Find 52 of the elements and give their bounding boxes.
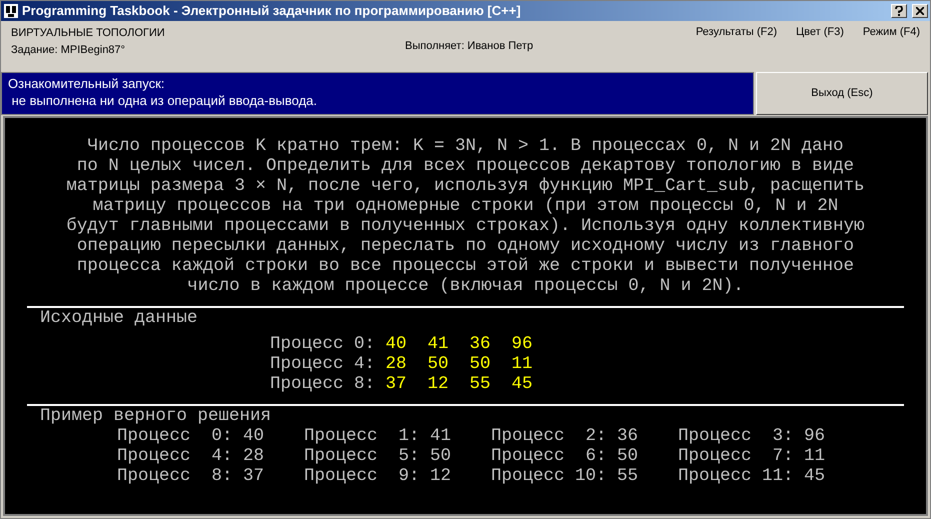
process-label: Процесс 8: bbox=[270, 374, 376, 394]
window-title: Programming Taskbook - Электронный задачник по программированию [C++] bbox=[22, 2, 522, 20]
task-text: Число процессов K кратно трем: K = 3N, N > 1. В процессах 0, N и 2N дано bbox=[87, 136, 844, 156]
result-value: Процесс 7: 11 bbox=[678, 446, 826, 466]
input-value: 40 bbox=[386, 334, 408, 354]
input-value: 96 bbox=[512, 334, 534, 354]
input-value: 37 bbox=[386, 374, 408, 394]
input-value: 12 bbox=[428, 374, 450, 394]
task-text: матрицы размера 3 × N, после чего, используя функцию MPI_Cart_sub, расщепить bbox=[66, 176, 865, 196]
close-button[interactable] bbox=[912, 4, 928, 18]
performer-label: Выполняет: Иванов Петр bbox=[405, 39, 534, 54]
input-value: 55 bbox=[470, 374, 492, 394]
task-text: процесса каждой строки во все процессы этой же строки и вывести полученное bbox=[76, 256, 854, 276]
input-value: 50 bbox=[470, 354, 492, 374]
input-value: 36 bbox=[470, 334, 492, 354]
task-text: по N целых чисел. Определить для всех процессов декартову топологию в виде bbox=[76, 156, 854, 176]
task-text: будут главными процессами в полученных строках). Используя одну коллективную bbox=[66, 216, 865, 236]
result-value: Процесс 2: 36 bbox=[491, 426, 640, 446]
task-text: операцию пересылки данных, переслать по одному исходному числу из главного bbox=[76, 236, 854, 256]
result-value: Процесс 4: 28 bbox=[117, 446, 266, 466]
menu-item[interactable]: Цвет (F3) bbox=[796, 25, 844, 39]
app-icon bbox=[3, 3, 19, 19]
task-label: Задание: MPIBegin87° bbox=[11, 42, 126, 58]
result-value: Процесс 11: 45 bbox=[678, 466, 826, 486]
exit-button[interactable]: Выход (Esc) bbox=[756, 72, 928, 115]
result-value: Процесс 0: 40 bbox=[117, 426, 266, 446]
input-value: 45 bbox=[512, 374, 534, 394]
menu-item[interactable]: Режим (F4) bbox=[862, 25, 920, 39]
group-title: ВИРТУАЛЬНЫЕ ТОПОЛОГИИ bbox=[11, 26, 166, 41]
result-value: Процесс 1: 41 bbox=[304, 426, 452, 446]
result-value: Процесс 8: 37 bbox=[117, 466, 266, 486]
result-value: Процесс 6: 50 bbox=[491, 446, 640, 466]
input-value: 50 bbox=[428, 354, 450, 374]
result-value: Процесс 10: 55 bbox=[491, 466, 640, 486]
process-label: Процесс 4: bbox=[270, 354, 376, 374]
result-value: Процесс 5: 50 bbox=[304, 446, 452, 466]
help-icon bbox=[895, 6, 903, 16]
task-text: матрицу процессов на три одномерные строки (при этом процессы 0, N и 2N bbox=[92, 196, 838, 216]
input-value: 41 bbox=[428, 334, 450, 354]
menu-item[interactable]: Результаты (F2) bbox=[696, 25, 777, 39]
input-value: 28 bbox=[386, 354, 408, 374]
input-value: 11 bbox=[512, 354, 534, 374]
task-text: число в каждом процессе (включая процессы 0, N и 2N). bbox=[187, 276, 744, 296]
help-button[interactable] bbox=[891, 4, 907, 18]
close-icon bbox=[916, 7, 924, 15]
result-value: Процесс 3: 96 bbox=[678, 426, 826, 446]
process-label: Процесс 0: bbox=[270, 334, 376, 354]
result-value: Процесс 9: 12 bbox=[304, 466, 452, 486]
section-title: Пример верного решения bbox=[40, 406, 272, 426]
status-text: не выполнена ни одна из операций ввода-вывода. bbox=[10, 92, 318, 109]
section-title: Исходные данные bbox=[40, 308, 198, 328]
status-text: Ознакомительный запуск: bbox=[8, 75, 166, 92]
